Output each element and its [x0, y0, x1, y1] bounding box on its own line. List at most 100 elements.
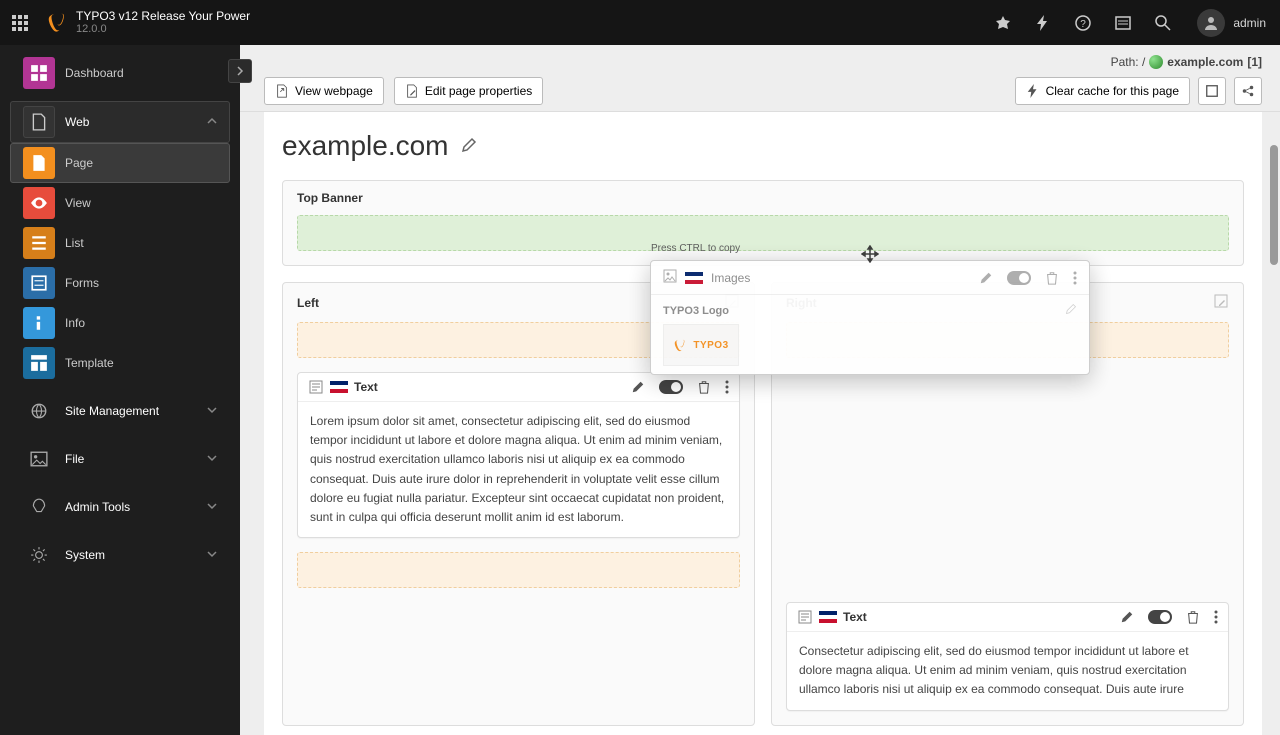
view-webpage-button[interactable]: View webpage	[264, 77, 384, 105]
collapse-module-menu-button[interactable]	[228, 59, 252, 83]
module-admintools-label: Admin Tools	[65, 500, 130, 514]
ce-more-button[interactable]	[725, 380, 729, 394]
module-group-file[interactable]: File	[10, 439, 230, 479]
drag-ce-title: TYPO3 Logo	[663, 305, 729, 317]
ce-toggle-button[interactable]	[1148, 610, 1172, 624]
globe-page-icon	[1149, 55, 1163, 69]
module-dashboard-label: Dashboard	[65, 66, 124, 80]
module-info[interactable]: Info	[10, 303, 230, 343]
image-icon	[23, 443, 55, 475]
dropzone-top-banner[interactable]	[297, 215, 1229, 251]
module-forms-label: Forms	[65, 276, 99, 290]
pencil-icon	[631, 380, 645, 394]
help-button[interactable]: ?	[1063, 0, 1103, 45]
pencil-icon	[1120, 610, 1134, 624]
ce-toggle-button[interactable]	[1007, 271, 1031, 285]
typo3-logo-icon	[673, 338, 687, 352]
file-icon	[23, 106, 55, 138]
dropzone-left-after[interactable]	[297, 552, 740, 588]
product-title: TYPO3 v12 Release Your Power	[76, 9, 250, 23]
ce-edit-button[interactable]	[1120, 610, 1134, 624]
module-page[interactable]: Page	[10, 143, 230, 183]
lightning-icon	[1026, 84, 1040, 98]
share-icon	[1241, 84, 1255, 98]
search-button[interactable]	[1143, 0, 1183, 45]
drag-hint-label: Press CTRL to copy	[651, 243, 740, 254]
path-prefix: Path: /	[1111, 55, 1146, 69]
pencil-small-icon	[1065, 303, 1077, 315]
ce-delete-button[interactable]	[1045, 271, 1059, 285]
content-area: Path: / example.com [1] View webpage Edi…	[240, 45, 1280, 735]
edit-title-button[interactable]	[461, 137, 477, 156]
edit-page-properties-button[interactable]: Edit page properties	[394, 77, 543, 105]
page-title: example.com	[282, 130, 449, 162]
image-ctype-icon	[663, 269, 677, 286]
gear-icon	[23, 539, 55, 571]
content-element-text-right[interactable]: Text Consectetur adipiscing elit, sed do…	[786, 602, 1229, 711]
user-icon	[1203, 15, 1219, 31]
module-template-label: Template	[65, 356, 114, 370]
ce-delete-button[interactable]	[697, 380, 711, 394]
share-button[interactable]	[1234, 77, 1262, 105]
pencil-icon	[979, 271, 993, 285]
topbar: TYPO3 v12 Release Your Power 12.0.0 ? ad…	[0, 0, 1280, 45]
edit-ce-inline-icon[interactable]	[1065, 303, 1077, 318]
text-ctype-icon	[308, 379, 324, 395]
clear-cache-button[interactable]: Clear cache for this page	[1015, 77, 1190, 105]
drag-ghost-content-element[interactable]: Press CTRL to copy Images TYPO3 Logo	[650, 260, 1090, 375]
ce-edit-button[interactable]	[979, 271, 993, 285]
module-list[interactable]: List	[10, 223, 230, 263]
module-system-label: System	[65, 548, 105, 562]
content-element-text-left[interactable]: Text Lorem ipsum dolor sit amet, consect…	[297, 372, 740, 538]
modules-toggle-button[interactable]	[0, 0, 40, 45]
ce-more-button[interactable]	[1214, 610, 1218, 624]
module-group-admintools[interactable]: Admin Tools	[10, 487, 230, 527]
image-preview: TYPO3	[663, 324, 739, 366]
ce-text-right-body: Consectetur adipiscing elit, sed do eius…	[787, 632, 1228, 710]
create-shortcut-button[interactable]	[1198, 77, 1226, 105]
lightning-icon	[1036, 15, 1050, 31]
ce-toggle-button[interactable]	[659, 380, 683, 394]
page-edit-icon	[405, 84, 419, 98]
dots-vertical-icon	[725, 380, 729, 394]
svg-text:?: ?	[1081, 19, 1087, 30]
chevron-down-icon	[207, 500, 217, 514]
chevron-right-icon	[235, 66, 245, 76]
module-dashboard[interactable]: Dashboard	[10, 53, 230, 93]
info-icon	[23, 307, 55, 339]
toggle-icon	[1007, 271, 1031, 285]
systeminfo-button[interactable]	[1103, 0, 1143, 45]
bookmark-button[interactable]	[983, 0, 1023, 45]
search-icon	[1155, 15, 1171, 31]
cache-button[interactable]	[1023, 0, 1063, 45]
module-site-label: Site Management	[65, 404, 159, 418]
module-list-label: List	[65, 236, 84, 250]
ce-more-button[interactable]	[1073, 271, 1077, 285]
module-template[interactable]: Template	[10, 343, 230, 383]
module-view[interactable]: View	[10, 183, 230, 223]
breadcrumb: Path: / example.com [1]	[1111, 55, 1262, 69]
pencil-icon	[461, 137, 477, 153]
flag-en-icon	[819, 611, 837, 623]
ce-edit-button[interactable]	[631, 380, 645, 394]
module-view-label: View	[65, 196, 91, 210]
username-label: admin	[1233, 16, 1266, 30]
module-forms[interactable]: Forms	[10, 263, 230, 303]
edit-page-properties-label: Edit page properties	[425, 84, 532, 98]
toggle-icon	[1148, 610, 1172, 624]
product-version: 12.0.0	[76, 23, 250, 36]
new-content-right-button[interactable]	[1213, 293, 1229, 312]
star-icon	[995, 15, 1011, 31]
trash-icon	[1186, 610, 1200, 624]
ce-delete-button[interactable]	[1186, 610, 1200, 624]
dots-vertical-icon	[1073, 271, 1077, 285]
product-brand[interactable]: TYPO3 v12 Release Your Power 12.0.0	[40, 9, 250, 37]
module-group-web[interactable]: Web	[10, 101, 230, 143]
column-top-banner-label: Top Banner	[297, 191, 363, 205]
scrollbar-thumb[interactable]	[1270, 145, 1278, 265]
path-domain[interactable]: example.com	[1167, 55, 1243, 69]
user-menu[interactable]: admin	[1183, 9, 1280, 37]
page-icon	[23, 147, 55, 179]
module-group-site[interactable]: Site Management	[10, 391, 230, 431]
module-group-system[interactable]: System	[10, 535, 230, 575]
